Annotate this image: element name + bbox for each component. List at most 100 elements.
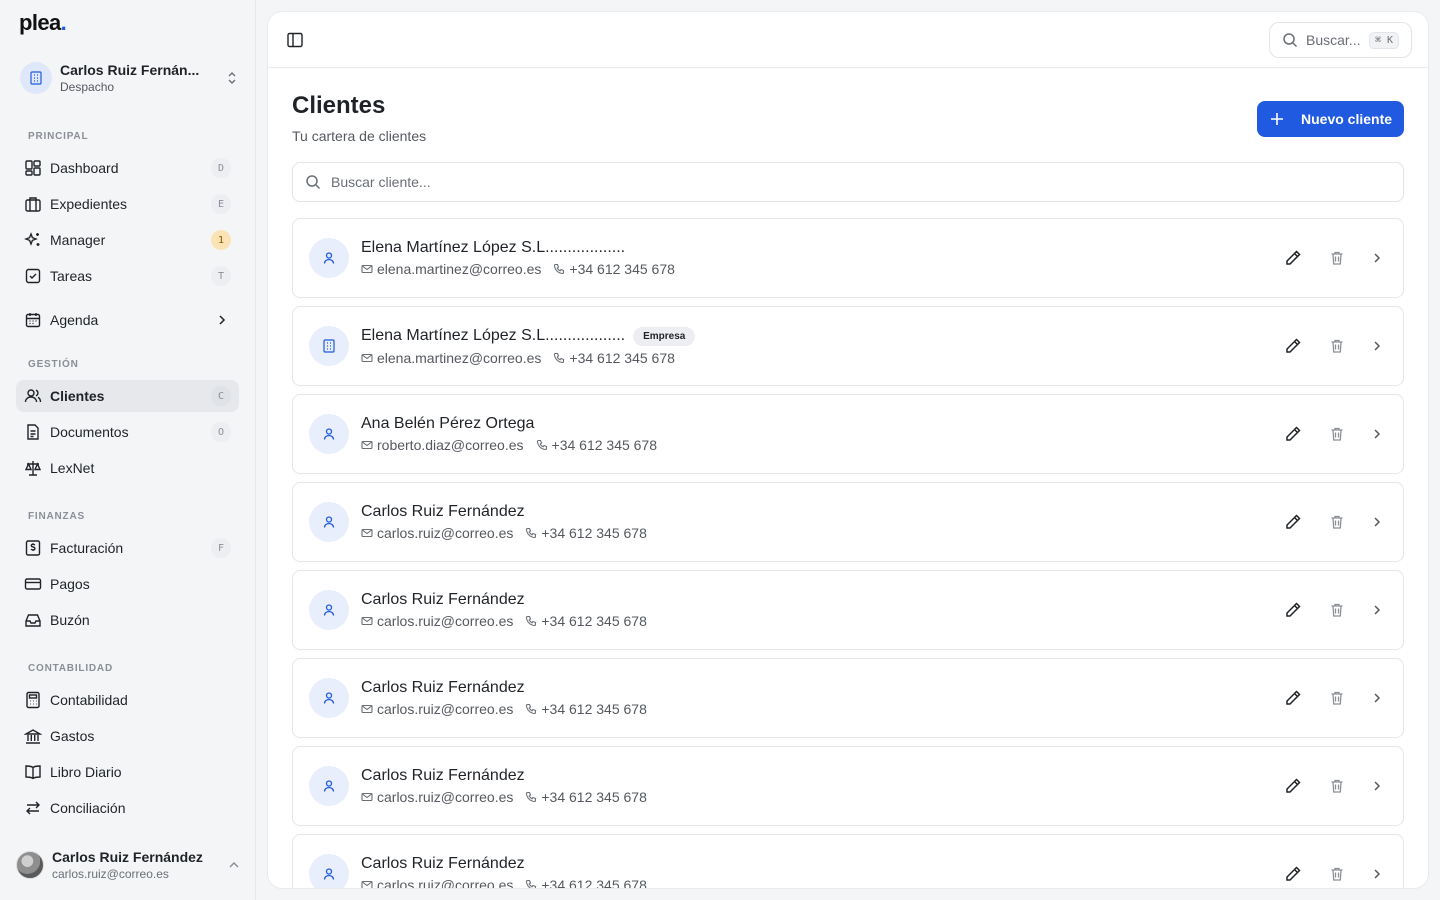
- client-type-badge: Empresa: [633, 326, 696, 346]
- chevron-right-icon: [1374, 429, 1381, 439]
- sidebar-item-agenda[interactable]: Agenda: [16, 304, 239, 336]
- client-search-input[interactable]: Buscar cliente...: [292, 162, 1404, 202]
- open-client-button[interactable]: [1367, 424, 1387, 444]
- sidebar-item-expedientes[interactable]: Expedientes E: [16, 188, 239, 220]
- edit-client-button[interactable]: [1283, 512, 1303, 532]
- chevron-right-icon: [1374, 693, 1381, 703]
- delete-client-button[interactable]: [1327, 864, 1347, 884]
- trash-icon: [1331, 867, 1343, 881]
- global-search[interactable]: Buscar... ⌘ K: [1269, 22, 1412, 58]
- mail-icon: [361, 440, 373, 450]
- open-client-button[interactable]: [1367, 864, 1387, 884]
- delete-client-button[interactable]: [1327, 336, 1347, 356]
- trash-icon: [1331, 779, 1343, 793]
- sidebar-item-label: Conciliación: [50, 800, 126, 816]
- edit-client-button[interactable]: [1283, 424, 1303, 444]
- trash-icon: [1331, 251, 1343, 265]
- sidebar-item-buzon[interactable]: Buzón: [16, 604, 239, 636]
- user-icon: [309, 766, 349, 806]
- client-list: Elena Martínez López S.L................…: [292, 218, 1404, 888]
- sidebar-item-facturacion[interactable]: Facturación F: [16, 532, 239, 564]
- sidebar-item-contabilidad[interactable]: Contabilidad: [16, 684, 239, 716]
- briefcase-icon: [24, 195, 42, 213]
- sidebar-item-pagos[interactable]: Pagos: [16, 568, 239, 600]
- user-menu[interactable]: Carlos Ruiz Fernández carlos.ruiz@correo…: [16, 848, 241, 882]
- client-phone: +34 612 345 678: [541, 525, 647, 541]
- sidebar-item-documentos[interactable]: Documentos O: [16, 416, 239, 448]
- open-client-button[interactable]: [1367, 776, 1387, 796]
- edit-client-button[interactable]: [1283, 600, 1303, 620]
- client-row[interactable]: Carlos Ruiz Fernández carlos.ruiz@correo…: [292, 570, 1404, 650]
- sidebar-item-tareas[interactable]: Tareas T: [16, 260, 239, 292]
- user-icon: [309, 414, 349, 454]
- client-row[interactable]: Carlos Ruiz Fernández carlos.ruiz@correo…: [292, 834, 1404, 888]
- delete-client-button[interactable]: [1327, 600, 1347, 620]
- delete-client-button[interactable]: [1327, 688, 1347, 708]
- client-email: elena.martinez@correo.es: [377, 349, 542, 366]
- plus-icon: [1271, 113, 1283, 125]
- sidebar-item-label: Agenda: [50, 312, 99, 328]
- organization-switcher[interactable]: Carlos Ruiz Fernán... Despacho: [20, 60, 240, 96]
- sidebar-item-gastos[interactable]: Gastos: [16, 720, 239, 752]
- open-client-button[interactable]: [1367, 688, 1387, 708]
- sidebar-item-label: Documentos: [50, 424, 129, 440]
- document-icon: [24, 423, 42, 441]
- shortcut-badge: D: [211, 158, 231, 178]
- book-open-icon: [24, 763, 42, 781]
- trash-icon: [1331, 339, 1343, 353]
- phone-icon: [526, 703, 537, 715]
- client-row[interactable]: Elena Martínez López S.L................…: [292, 218, 1404, 298]
- delete-client-button[interactable]: [1327, 512, 1347, 532]
- sidebar-item-manager[interactable]: Manager 1: [16, 224, 239, 256]
- dashboard-icon: [24, 159, 42, 177]
- sidebar-item-conciliacion[interactable]: Conciliación: [16, 792, 239, 824]
- open-client-button[interactable]: [1367, 512, 1387, 532]
- edit-client-button[interactable]: [1283, 688, 1303, 708]
- sidebar-item-label: Expedientes: [50, 196, 128, 212]
- open-client-button[interactable]: [1367, 248, 1387, 268]
- chevron-right-icon: [1374, 253, 1381, 263]
- delete-client-button[interactable]: [1327, 248, 1347, 268]
- sidebar-item-lexnet[interactable]: LexNet: [16, 452, 239, 484]
- trash-icon: [1331, 515, 1343, 529]
- client-row[interactable]: Carlos Ruiz Fernández carlos.ruiz@correo…: [292, 746, 1404, 826]
- avatar: [16, 851, 44, 879]
- user-icon: [309, 590, 349, 630]
- arrows-exchange-icon: [24, 799, 42, 817]
- client-row[interactable]: Ana Belén Pérez Ortega roberto.diaz@corr…: [292, 394, 1404, 474]
- client-row[interactable]: Elena Martínez López S.L................…: [292, 306, 1404, 386]
- edit-client-button[interactable]: [1283, 336, 1303, 356]
- new-client-button[interactable]: Nuevo cliente: [1257, 101, 1404, 137]
- sidebar-item-dashboard[interactable]: Dashboard D: [16, 152, 239, 184]
- open-client-button[interactable]: [1367, 600, 1387, 620]
- delete-client-button[interactable]: [1327, 776, 1347, 796]
- sidebar-item-label: Buzón: [50, 612, 90, 628]
- client-row[interactable]: Carlos Ruiz Fernández carlos.ruiz@correo…: [292, 482, 1404, 562]
- client-name: Carlos Ruiz Fernández: [361, 679, 525, 696]
- mail-icon: [361, 353, 373, 362]
- open-client-button[interactable]: [1367, 336, 1387, 356]
- building-icon: [20, 62, 52, 94]
- edit-client-button[interactable]: [1283, 248, 1303, 268]
- app-logo[interactable]: plea.: [19, 10, 67, 36]
- client-phone: +34 612 345 678: [569, 261, 675, 277]
- phone-icon: [526, 879, 537, 888]
- sidebar-item-label: Pagos: [50, 576, 90, 592]
- pencil-icon: [1286, 690, 1301, 705]
- sidebar-item-libro-diario[interactable]: Libro Diario: [16, 756, 239, 788]
- edit-client-button[interactable]: [1283, 776, 1303, 796]
- user-name: Carlos Ruiz Fernández: [52, 849, 203, 865]
- sidebar-item-clientes[interactable]: Clientes C: [16, 380, 239, 412]
- delete-client-button[interactable]: [1327, 424, 1347, 444]
- shortcut-badge: F: [211, 538, 231, 558]
- edit-client-button[interactable]: [1283, 864, 1303, 884]
- sparkles-icon: [24, 231, 42, 249]
- global-search-placeholder: Buscar...: [1306, 32, 1361, 48]
- sidebar-toggle-icon[interactable]: [286, 31, 304, 49]
- users-icon: [24, 387, 42, 405]
- sidebar-item-label: Clientes: [50, 388, 105, 404]
- client-name: Ana Belén Pérez Ortega: [361, 415, 535, 432]
- sidebar-item-label: Dashboard: [50, 160, 119, 176]
- chevron-up-down-icon: [228, 72, 236, 84]
- client-row[interactable]: Carlos Ruiz Fernández carlos.ruiz@correo…: [292, 658, 1404, 738]
